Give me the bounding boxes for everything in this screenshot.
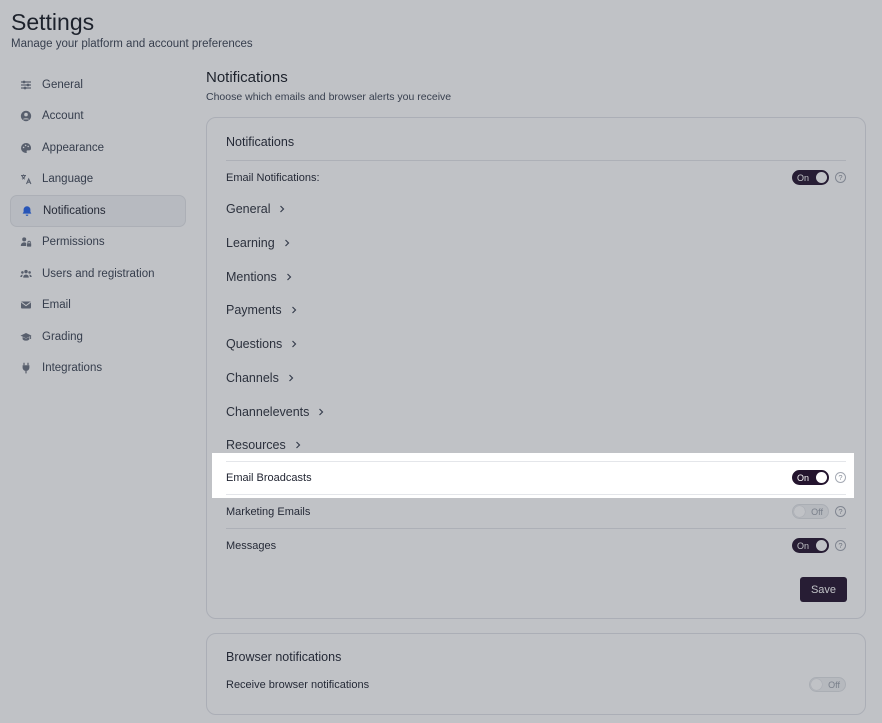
chevron-right-icon xyxy=(290,306,298,314)
email-broadcasts-label: Email Broadcasts xyxy=(226,471,312,484)
sidebar-item-label: Account xyxy=(42,110,84,123)
user-circle-icon xyxy=(20,110,32,122)
category-general[interactable]: General xyxy=(226,202,286,216)
help-icon[interactable]: ? xyxy=(835,472,846,483)
sidebar: General Account Appearance Language Noti… xyxy=(10,69,186,384)
card-title: Browser notifications xyxy=(226,650,342,664)
help-icon[interactable]: ? xyxy=(835,172,846,183)
sidebar-item-label: General xyxy=(42,78,83,91)
help-icon[interactable]: ? xyxy=(835,506,846,517)
marketing-emails-row: Marketing Emails Off ? xyxy=(226,504,846,519)
sliders-icon xyxy=(20,79,32,91)
chevron-right-icon xyxy=(283,239,291,247)
chevron-right-icon xyxy=(294,441,302,449)
sidebar-item-label: Appearance xyxy=(42,141,105,154)
sidebar-item-notifications[interactable]: Notifications xyxy=(10,195,186,227)
translate-icon xyxy=(20,173,32,185)
chevron-right-icon xyxy=(287,374,295,382)
category-channels[interactable]: Channels xyxy=(226,371,295,385)
sidebar-item-appearance[interactable]: Appearance xyxy=(10,132,186,164)
sidebar-item-language[interactable]: Language xyxy=(10,164,186,196)
messages-row: Messages On ? xyxy=(226,538,846,553)
sidebar-item-label: Grading xyxy=(42,330,83,343)
user-lock-icon xyxy=(20,236,32,248)
browser-notifications-card: Browser notifications Receive browser no… xyxy=(206,633,866,715)
bell-icon xyxy=(21,205,33,217)
divider xyxy=(226,528,846,529)
email-notifications-row: Email Notifications: On ? xyxy=(226,170,846,185)
card-title: Notifications xyxy=(226,135,295,149)
envelope-icon xyxy=(20,299,32,311)
help-icon[interactable]: ? xyxy=(835,540,846,551)
receive-browser-notifications-toggle[interactable]: Off xyxy=(809,677,846,692)
category-learning[interactable]: Learning xyxy=(226,236,291,250)
sidebar-item-label: Users and registration xyxy=(42,267,155,280)
sidebar-item-general[interactable]: General xyxy=(10,69,186,101)
section-title: Notifications xyxy=(206,69,288,86)
sidebar-item-permissions[interactable]: Permissions xyxy=(10,227,186,259)
divider xyxy=(226,461,846,462)
section-subtitle: Choose which emails and browser alerts y… xyxy=(206,91,452,103)
users-icon xyxy=(20,268,32,280)
chevron-right-icon xyxy=(285,273,293,281)
sidebar-item-label: Notifications xyxy=(43,204,106,217)
sidebar-item-integrations[interactable]: Integrations xyxy=(10,353,186,385)
save-button[interactable]: Save xyxy=(800,577,847,602)
category-channelevents[interactable]: Channelevents xyxy=(226,405,325,419)
sidebar-item-grading[interactable]: Grading xyxy=(10,321,186,353)
receive-browser-notifications-row: Receive browser notifications Off xyxy=(226,677,846,692)
page-subtitle: Manage your platform and account prefere… xyxy=(11,38,253,50)
divider xyxy=(226,160,846,161)
chevron-right-icon xyxy=(278,205,286,213)
page-title: Settings xyxy=(11,9,95,35)
graduation-cap-icon xyxy=(20,331,32,343)
sidebar-item-label: Email xyxy=(42,299,71,312)
category-questions[interactable]: Questions xyxy=(226,337,298,351)
email-notifications-label: Email Notifications: xyxy=(226,171,320,184)
chevron-right-icon xyxy=(290,340,298,348)
sidebar-item-label: Language xyxy=(42,173,94,186)
plug-icon xyxy=(20,362,32,374)
sidebar-item-email[interactable]: Email xyxy=(10,290,186,322)
receive-browser-notifications-label: Receive browser notifications xyxy=(226,678,370,691)
dim-overlay xyxy=(0,453,212,498)
sidebar-item-label: Integrations xyxy=(42,362,103,375)
sidebar-item-account[interactable]: Account xyxy=(10,101,186,133)
category-payments[interactable]: Payments xyxy=(226,303,298,317)
email-notifications-toggle[interactable]: On xyxy=(792,170,829,185)
messages-label: Messages xyxy=(226,539,277,552)
messages-toggle[interactable]: On xyxy=(792,538,829,553)
marketing-emails-label: Marketing Emails xyxy=(226,505,311,518)
palette-icon xyxy=(20,142,32,154)
category-mentions[interactable]: Mentions xyxy=(226,270,293,284)
sidebar-item-label: Permissions xyxy=(42,236,105,249)
divider xyxy=(226,494,846,495)
email-notifications-card: Notifications Email Notifications: On ? … xyxy=(206,117,866,619)
email-broadcasts-toggle[interactable]: On xyxy=(792,470,829,485)
sidebar-item-users-and-registration[interactable]: Users and registration xyxy=(10,258,186,290)
email-broadcasts-row: Email Broadcasts On ? xyxy=(226,470,846,485)
marketing-emails-toggle[interactable]: Off xyxy=(792,504,829,519)
chevron-right-icon xyxy=(317,408,325,416)
category-resources[interactable]: Resources xyxy=(226,438,302,452)
